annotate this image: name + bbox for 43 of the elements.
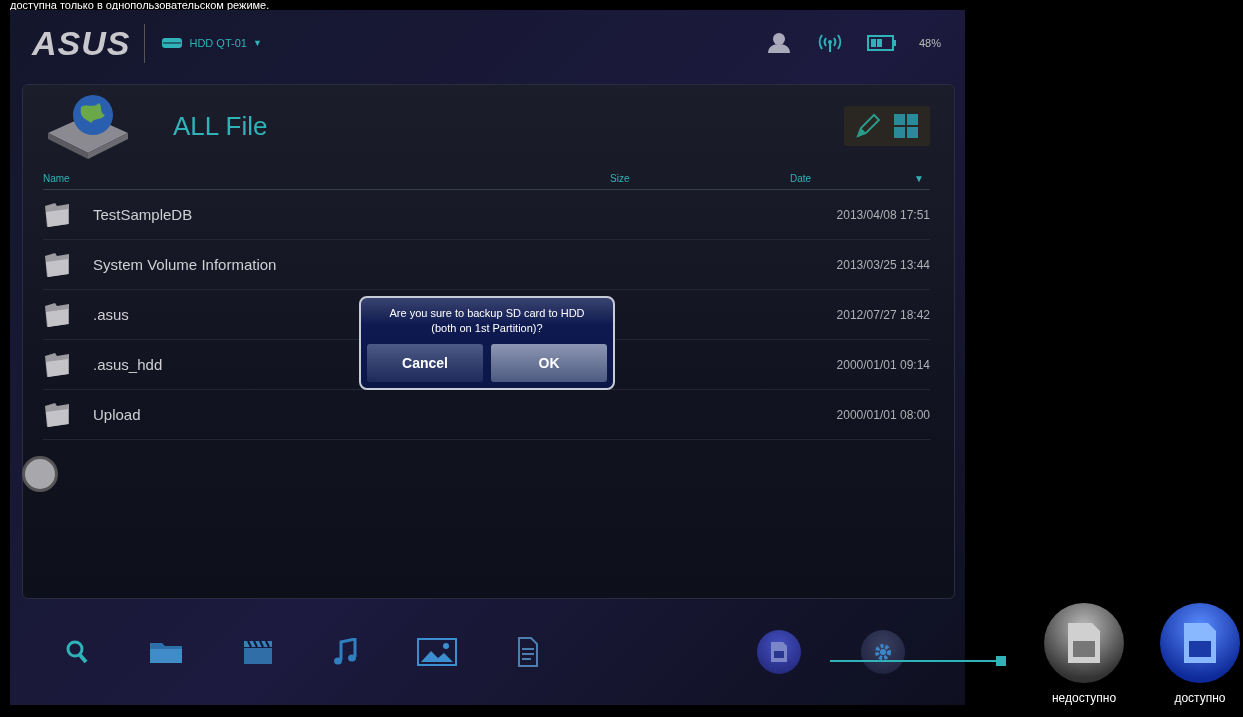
file-name[interactable]: TestSampleDB: [93, 206, 610, 223]
settings-button[interactable]: [861, 630, 905, 674]
column-header[interactable]: Date: [790, 172, 812, 184]
file-name[interactable]: System Volume Information: [93, 256, 610, 273]
battery-icon: [866, 35, 897, 51]
column-header[interactable]: Name: [43, 172, 70, 184]
sd-card-icon: [769, 641, 789, 663]
folder-icon: [43, 201, 71, 228]
search-icon[interactable]: [65, 639, 89, 665]
caption-text: доступна только в однопользовательском режиме.: [9, 0, 271, 10]
picture-icon[interactable]: [417, 638, 457, 666]
folder-icon: [43, 351, 71, 378]
clapperboard-icon[interactable]: [243, 639, 273, 665]
file-date: 2013/04/08 17:51: [835, 207, 930, 222]
dialog-message: Are you sure to backup SD card to HDD (both on 1st Partition)?: [388, 306, 586, 336]
folder-icon[interactable]: [149, 640, 183, 664]
status-label: недоступно: [1051, 691, 1117, 705]
document-icon[interactable]: [517, 637, 539, 667]
column-header[interactable]: Size: [610, 172, 630, 184]
device-name[interactable]: HDD QT-01: [189, 37, 247, 49]
grid-view-icon[interactable]: [892, 112, 920, 140]
cancel-button[interactable]: Cancel: [367, 344, 483, 382]
pencil-icon[interactable]: [854, 112, 882, 140]
music-note-icon[interactable]: [333, 638, 357, 666]
sd-card-button[interactable]: [757, 630, 801, 674]
gear-icon: [872, 641, 894, 663]
file-date: 2013/03/25 13:44: [835, 257, 930, 272]
file-date: 2000/01/01 08:00: [835, 407, 930, 422]
ok-button[interactable]: OK: [491, 344, 607, 382]
folder-icon: [43, 251, 71, 278]
page-title: ALL File: [173, 110, 268, 142]
folder-icon: [43, 401, 71, 428]
user-icon: [766, 32, 793, 54]
sort-caret-icon[interactable]: ▼: [914, 172, 924, 184]
hard-drive-icon: [161, 37, 184, 49]
battery-percentage: 48%: [918, 37, 941, 49]
status-label: доступно: [1174, 691, 1226, 705]
folder-icon: [43, 301, 71, 328]
file-date: 2012/07/27 18:42: [835, 307, 930, 322]
brand-logo: ASUS: [32, 23, 146, 63]
file-date: 2000/01/01 09:14: [835, 357, 930, 372]
file-name[interactable]: Upload: [93, 406, 610, 423]
caret-icon[interactable]: ▼: [252, 38, 262, 48]
